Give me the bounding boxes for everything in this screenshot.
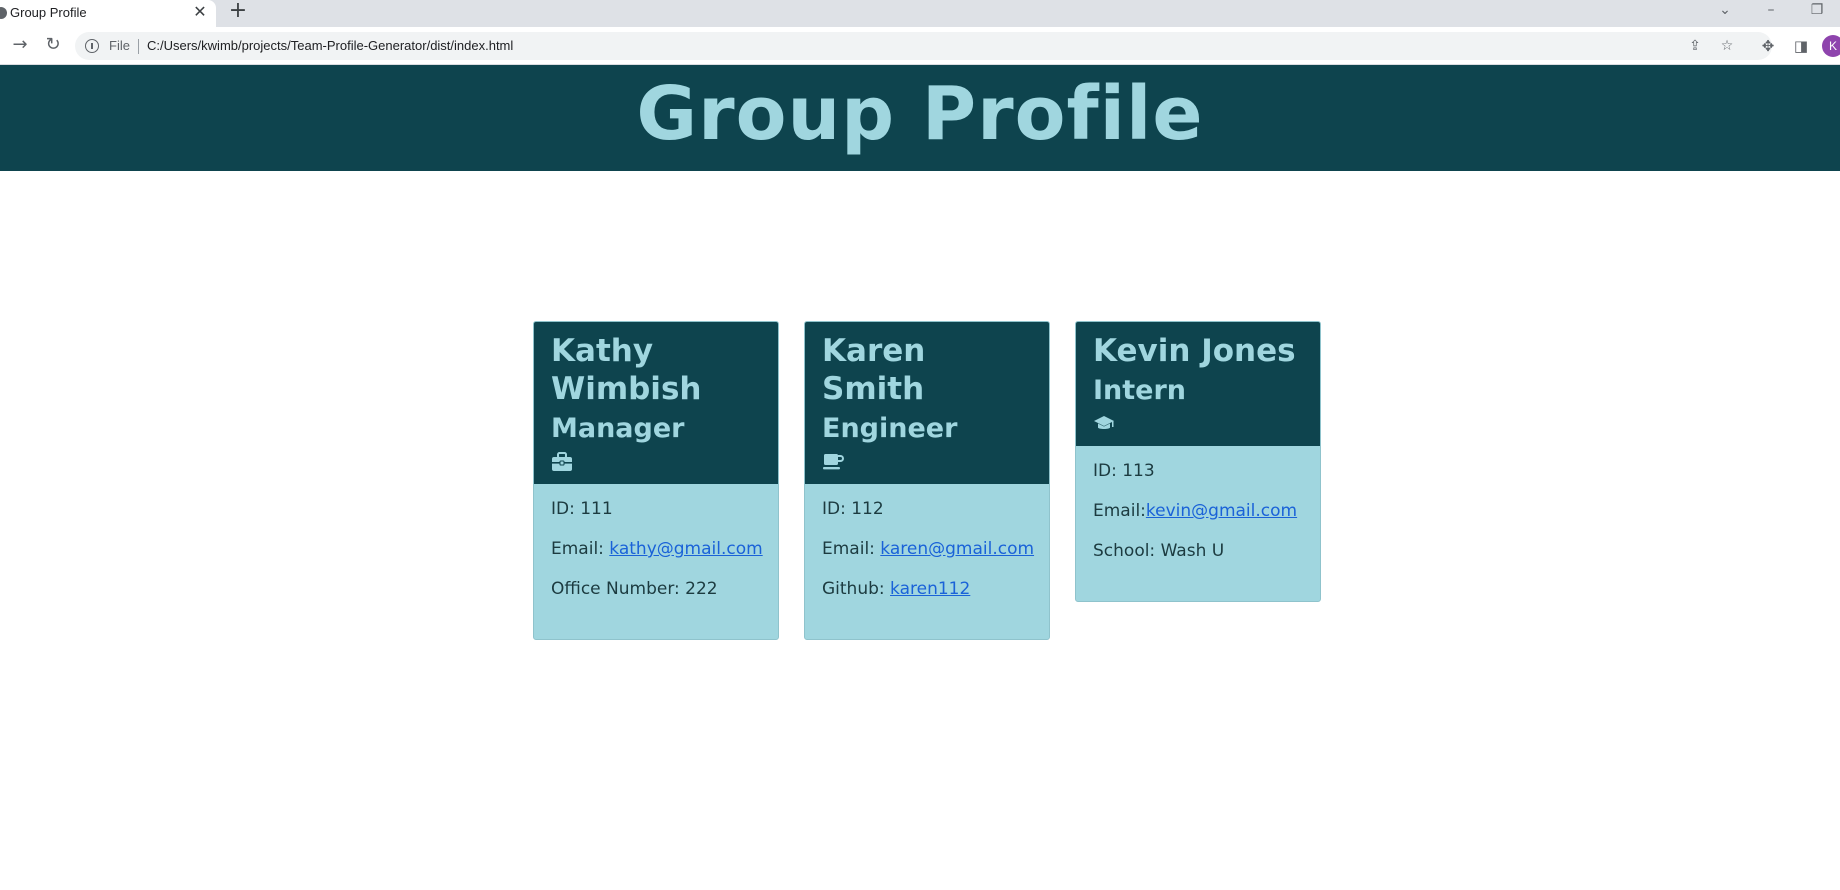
page-banner: Group Profile — [0, 65, 1840, 171]
side-panel-icon[interactable]: ◨ — [1791, 36, 1811, 56]
tab-close-icon[interactable]: ✕ — [190, 2, 210, 22]
star-icon[interactable]: ☆ — [1718, 37, 1736, 55]
tab-title: Group Profile — [10, 5, 87, 20]
office-number: Office Number: 222 — [551, 579, 718, 599]
card-header: Kevin Jones Intern — [1076, 322, 1320, 446]
mug-icon — [822, 452, 1033, 474]
minimize-button[interactable]: – — [1756, 2, 1786, 22]
employee-name: Kevin Jones — [1093, 333, 1296, 369]
email-link[interactable]: kathy@gmail.com — [609, 539, 762, 559]
graduation-cap-icon — [1093, 414, 1304, 436]
email-link[interactable]: kevin@gmail.com — [1146, 501, 1297, 521]
employee-role: Engineer — [822, 413, 958, 444]
site-info-icon[interactable] — [85, 39, 99, 53]
browser-toolbar: → ↻ File C:/Users/kwimb/projects/Team-Pr… — [0, 27, 1840, 65]
address-bar[interactable]: File C:/Users/kwimb/projects/Team-Profil… — [75, 32, 1772, 60]
employee-email-row: Email: kathy@gmail.com — [551, 538, 763, 561]
github-link[interactable]: karen112 — [890, 579, 970, 599]
email-label: Email: — [551, 539, 610, 559]
employee-id: ID: 112 — [822, 499, 884, 519]
card-header: Kathy Wimbish Manager — [534, 322, 778, 484]
tab-favicon-icon — [0, 7, 7, 19]
page-title: Group Profile — [636, 71, 1204, 157]
tab-search-icon[interactable]: ⌄ — [1710, 2, 1740, 22]
email-link[interactable]: karen@gmail.com — [880, 539, 1034, 559]
briefcase-icon — [551, 452, 762, 474]
employee-name: Karen Smith — [822, 333, 926, 407]
restore-button[interactable]: ❐ — [1802, 2, 1832, 22]
card-header: Karen Smith Engineer — [805, 322, 1049, 484]
url-text[interactable]: C:/Users/kwimb/projects/Team-Profile-Gen… — [147, 38, 513, 53]
extensions-icon[interactable]: ✥ — [1758, 36, 1778, 56]
employee-name: Kathy Wimbish — [551, 333, 702, 407]
employee-role: Intern — [1093, 375, 1187, 406]
employee-id: ID: 111 — [551, 499, 613, 519]
file-label: File — [109, 38, 130, 53]
forward-icon[interactable]: → — [7, 34, 33, 60]
school-row: School: Wash U — [1093, 541, 1225, 561]
card-body: ID: 113 Email:kevin@gmail.com School: Wa… — [1076, 446, 1320, 601]
browser-tab-strip: Group Profile ✕ + ⌄ – ❐ — [0, 0, 1840, 27]
employee-role: Manager — [551, 413, 685, 444]
new-tab-button[interactable]: + — [226, 0, 250, 24]
browser-tab[interactable]: Group Profile ✕ — [0, 0, 216, 27]
email-label: Email: — [822, 539, 881, 559]
employee-email-row: Email: karen@gmail.com — [822, 538, 1034, 561]
card-body: ID: 112 Email: karen@gmail.com Github: k… — [805, 484, 1049, 639]
employee-card-manager: Kathy Wimbish Manager ID: 111 Email: kat… — [533, 321, 779, 640]
employee-email-row: Email:kevin@gmail.com — [1093, 500, 1304, 523]
employee-id: ID: 113 — [1093, 461, 1155, 481]
employee-card-intern: Kevin Jones Intern ID: 113 Email:kevin@g… — [1075, 321, 1321, 602]
profile-avatar[interactable]: K — [1822, 35, 1840, 57]
github-row: Github: karen112 — [822, 578, 1033, 601]
email-label: Email: — [1093, 501, 1146, 521]
employee-card-engineer: Karen Smith Engineer ID: 112 Email: kare… — [804, 321, 1050, 640]
card-body: ID: 111 Email: kathy@gmail.com Office Nu… — [534, 484, 778, 639]
reload-icon[interactable]: ↻ — [40, 34, 66, 60]
github-label: Github: — [822, 579, 891, 599]
address-separator — [138, 39, 139, 54]
share-icon[interactable]: ⇪ — [1686, 37, 1704, 55]
page-content: Group Profile Kathy Wimbish Manager ID: … — [0, 65, 1840, 890]
